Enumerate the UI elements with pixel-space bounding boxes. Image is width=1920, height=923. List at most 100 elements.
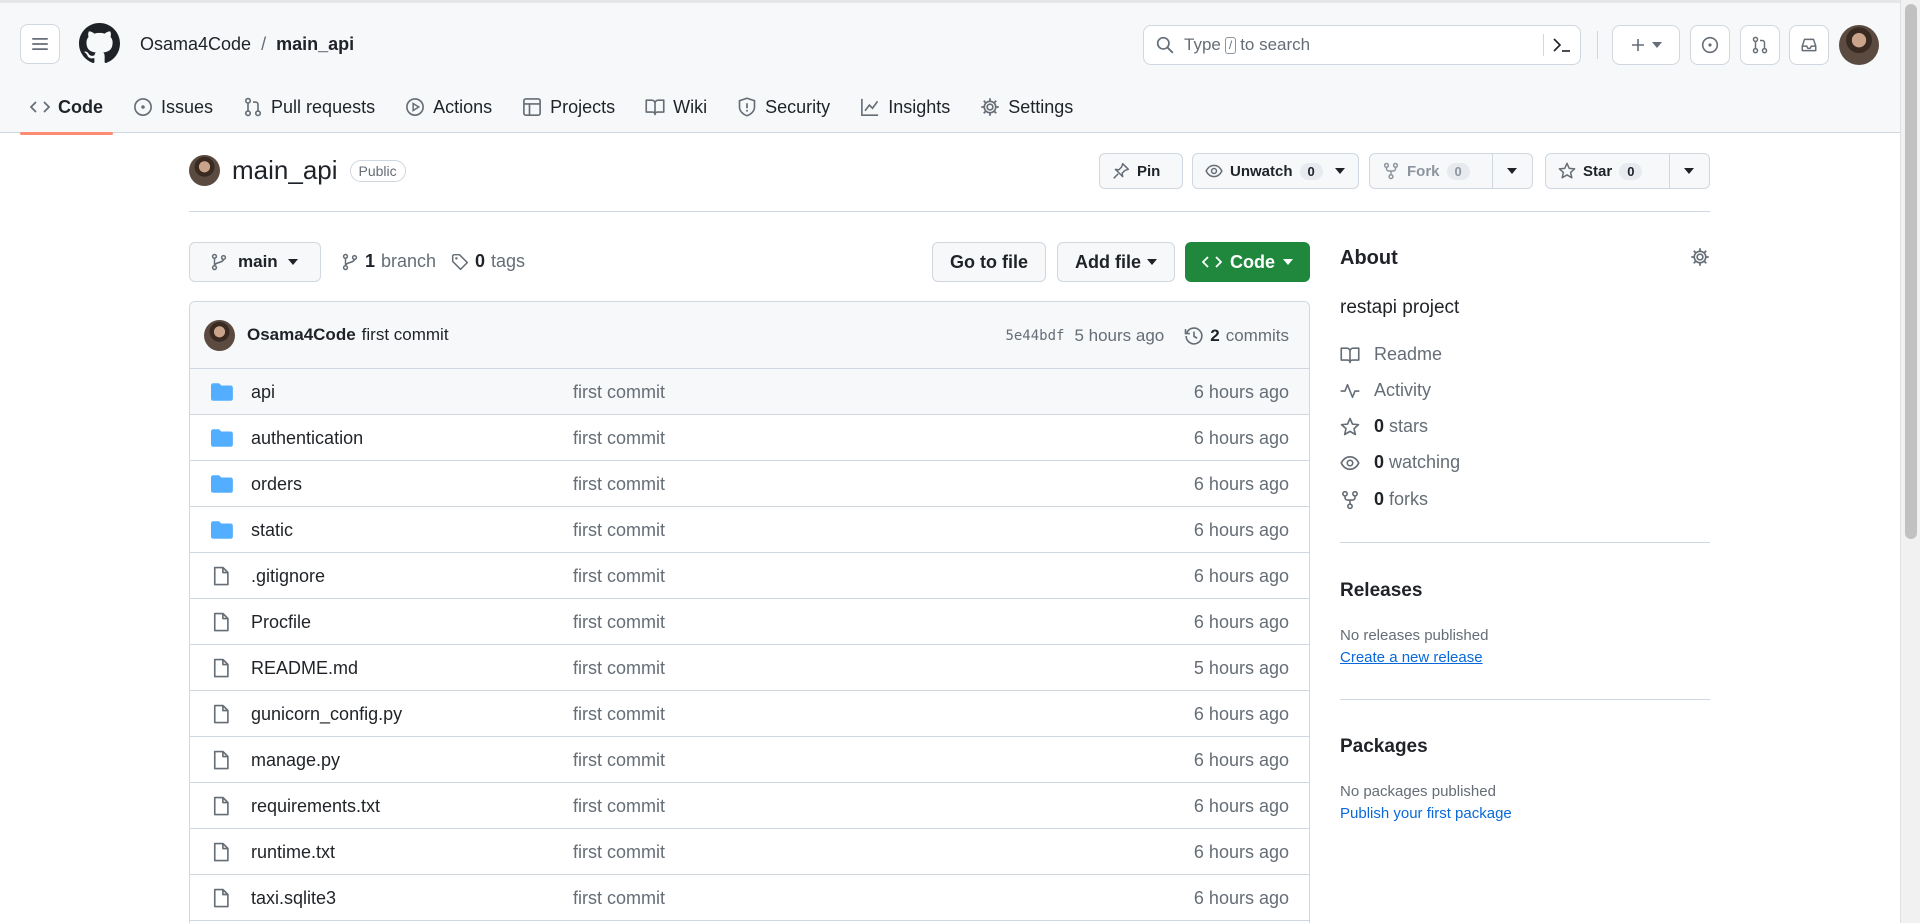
tab-settings[interactable]: Settings <box>970 87 1083 127</box>
owner-avatar[interactable] <box>189 155 220 186</box>
file-row[interactable]: README.md first commit 5 hours ago <box>190 645 1309 691</box>
file-commit-message[interactable]: first commit <box>573 612 665 633</box>
commit-author[interactable]: Osama4Code <box>247 325 356 345</box>
file-name[interactable]: static <box>251 520 293 541</box>
file-commit-message[interactable]: first commit <box>573 382 665 403</box>
activity-link[interactable]: Activity <box>1340 380 1431 401</box>
file-commit-message[interactable]: first commit <box>573 520 665 541</box>
file-icon <box>213 658 229 678</box>
star-button[interactable]: Star 0 <box>1545 153 1710 189</box>
file-row[interactable]: api first commit 6 hours ago <box>190 369 1309 415</box>
add-file-button[interactable]: Add file <box>1057 242 1175 282</box>
owner-link[interactable]: Osama4Code <box>140 34 251 55</box>
menu-button[interactable] <box>20 24 60 64</box>
file-commit-message[interactable]: first commit <box>573 888 665 909</box>
file-commit-message[interactable]: first commit <box>573 704 665 725</box>
tab-issues[interactable]: Issues <box>123 87 223 127</box>
forks-label: forks <box>1389 489 1429 509</box>
tab-wiki[interactable]: Wiki <box>635 87 717 127</box>
create-new-button[interactable] <box>1612 25 1680 65</box>
scrollbar-thumb[interactable] <box>1905 4 1917 539</box>
commits-history-link[interactable]: 2 commits <box>1184 326 1289 346</box>
file-icon <box>213 750 229 770</box>
file-commit-message[interactable]: first commit <box>573 566 665 587</box>
file-name[interactable]: .gitignore <box>251 566 325 587</box>
tab-insights[interactable]: Insights <box>850 87 960 127</box>
file-row[interactable]: authentication first commit 6 hours ago <box>190 415 1309 461</box>
tab-label: Issues <box>161 96 214 117</box>
inbox-button[interactable] <box>1789 25 1829 65</box>
file-commit-message[interactable]: first commit <box>573 750 665 771</box>
forks-link[interactable]: 0 forks <box>1340 489 1428 510</box>
go-to-file-button[interactable]: Go to file <box>932 242 1046 282</box>
commit-author-avatar[interactable] <box>204 319 235 351</box>
file-commit-message[interactable]: first commit <box>573 796 665 817</box>
tags-link[interactable]: 0 tags <box>451 251 525 272</box>
file-name[interactable]: gunicorn_config.py <box>251 704 402 725</box>
file-commit-message[interactable]: first commit <box>573 842 665 863</box>
file-name[interactable]: taxi.sqlite3 <box>251 888 336 909</box>
file-row[interactable]: requirements.txt first commit 6 hours ag… <box>190 783 1309 829</box>
eye-icon <box>1340 455 1360 470</box>
releases-heading[interactable]: Releases <box>1340 580 1422 602</box>
file-row[interactable]: manage.py first commit 6 hours ago <box>190 737 1309 783</box>
branch-selector[interactable]: main <box>189 242 321 282</box>
tab-actions[interactable]: Actions <box>395 87 502 127</box>
user-avatar[interactable] <box>1839 25 1879 65</box>
tab-pull-requests[interactable]: Pull requests <box>233 87 385 127</box>
code-button[interactable]: Code <box>1185 242 1310 282</box>
search-input[interactable]: Type / to search <box>1143 25 1581 65</box>
tab-label: Insights <box>888 96 951 117</box>
issues-button[interactable] <box>1690 25 1730 65</box>
commit-sha[interactable]: 5e44bdf <box>1005 328 1064 344</box>
file-row[interactable]: orders first commit 6 hours ago <box>190 461 1309 507</box>
stars-link[interactable]: 0 stars <box>1340 416 1428 437</box>
repo-link[interactable]: main_api <box>276 34 354 55</box>
folder-icon <box>211 383 233 401</box>
watching-link[interactable]: 0 watching <box>1340 452 1460 473</box>
file-row[interactable]: .gitignore first commit 6 hours ago <box>190 553 1309 599</box>
page-scrollbar[interactable] <box>1900 0 1920 923</box>
commit-message[interactable]: first commit <box>362 325 449 345</box>
tab-security[interactable]: Security <box>727 87 840 127</box>
caret-down-icon <box>287 259 298 265</box>
tab-code[interactable]: Code <box>20 87 113 135</box>
file-name[interactable]: Procfile <box>251 612 311 633</box>
packages-heading[interactable]: Packages <box>1340 736 1428 758</box>
create-release-link[interactable]: Create a new release <box>1340 649 1483 666</box>
file-commit-message[interactable]: first commit <box>573 658 665 679</box>
fork-button[interactable]: Fork 0 <box>1369 153 1533 189</box>
pin-button[interactable]: Pin <box>1099 153 1183 189</box>
unwatch-button[interactable]: Unwatch 0 <box>1192 153 1359 189</box>
file-commit-message[interactable]: first commit <box>573 474 665 495</box>
tab-projects[interactable]: Projects <box>512 87 625 127</box>
file-row[interactable]: runtime.txt first commit 6 hours ago <box>190 829 1309 875</box>
add-file-label: Add file <box>1075 251 1141 272</box>
file-name[interactable]: orders <box>251 474 302 495</box>
file-name[interactable]: requirements.txt <box>251 796 380 817</box>
watch-counter: 0 <box>1299 162 1323 180</box>
file-name[interactable]: manage.py <box>251 750 340 771</box>
gear-icon[interactable] <box>1690 247 1710 267</box>
about-heading: About <box>1340 247 1398 269</box>
file-commit-message[interactable]: first commit <box>573 428 665 449</box>
branches-link[interactable]: 1 branch <box>341 251 436 272</box>
file-row[interactable]: gunicorn_config.py first commit 6 hours … <box>190 691 1309 737</box>
repo-title[interactable]: main_api <box>232 155 338 186</box>
readme-link[interactable]: Readme <box>1340 344 1442 365</box>
file-name[interactable]: runtime.txt <box>251 842 335 863</box>
tab-label: Pull requests <box>271 96 376 117</box>
file-row[interactable]: Procfile first commit 6 hours ago <box>190 599 1309 645</box>
file-name[interactable]: authentication <box>251 428 363 449</box>
pull-requests-button[interactable] <box>1740 25 1780 65</box>
publish-package-link[interactable]: Publish your first package <box>1340 805 1512 822</box>
file-name[interactable]: README.md <box>251 658 358 679</box>
file-row[interactable]: static first commit 6 hours ago <box>190 507 1309 553</box>
file-row[interactable]: taxi.sqlite3 first commit 6 hours ago <box>190 875 1309 921</box>
graph-icon <box>861 98 879 116</box>
file-name[interactable]: api <box>251 382 275 403</box>
command-palette-icon[interactable] <box>1552 36 1572 54</box>
tab-label: Settings <box>1008 96 1074 117</box>
search-placeholder-pre: Type <box>1184 35 1221 54</box>
github-logo-icon[interactable] <box>79 23 120 64</box>
